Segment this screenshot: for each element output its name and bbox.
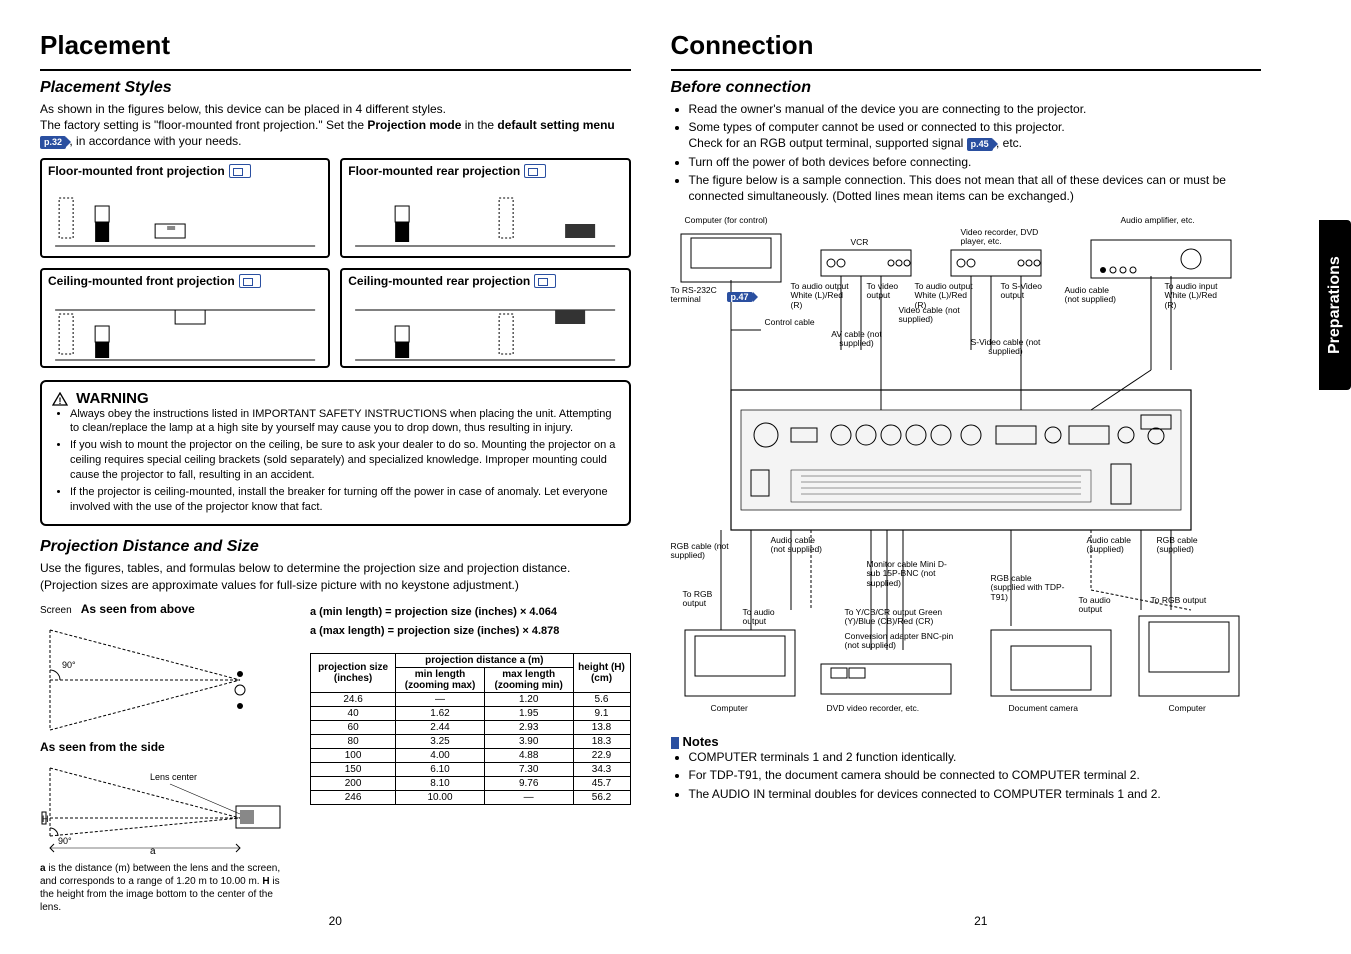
page-ref-47: p.47 [727,292,753,302]
table-cell: 3.25 [396,734,485,748]
before-item: The figure below is a sample connection.… [689,172,1262,204]
svg-text:!: ! [59,396,62,406]
table-cell: — [484,790,573,804]
heading-before-connection: Before connection [671,79,1262,97]
note-item: The AUDIO IN terminal doubles for device… [689,786,1262,802]
table-cell: 18.3 [573,734,630,748]
notes-heading: Notes [671,734,1262,749]
page-left: Placement Placement Styles As shown in t… [40,30,631,934]
before-item: Turn off the power of both devices befor… [689,154,1262,170]
formulas: a (min length) = projection size (inches… [310,605,631,639]
as-seen-above: As seen from above [81,602,195,616]
projection-table: projection size (inches) projection dist… [310,653,631,805]
before-item: Some types of computer cannot be used or… [689,119,1262,151]
table-cell: 22.9 [573,748,630,762]
table-cell: 6.10 [396,762,485,776]
pd-intro: Use the figures, tables, and formulas be… [40,560,631,592]
table-cell: 200 [311,776,396,790]
table-cell: 1.95 [484,706,573,720]
svg-text:a: a [150,846,156,857]
page-ref-45: p.45 [967,138,993,150]
before-item: Read the owner's manual of the device yo… [689,101,1262,117]
table-cell: 5.6 [573,692,630,706]
page-number: 21 [974,914,987,928]
warning-icon: ! [52,392,68,406]
table-cell: 1.62 [396,706,485,720]
heading-projection-distance: Projection Distance and Size [40,538,631,556]
svg-text:90°: 90° [62,660,76,670]
title-connection: Connection [671,30,1262,61]
box-ceiling-front: Ceiling-mounted front projection [40,268,330,368]
table-cell: 2.93 [484,720,573,734]
warning-box: ! WARNING Always obey the instructions l… [40,380,631,527]
side-tab-preparations: Preparations [1319,220,1351,390]
warn-item: Always obey the instructions listed in I… [70,407,619,437]
warn-item: If the projector is ceiling-mounted, ins… [70,485,619,515]
warn-item: If you wish to mount the projector on th… [70,438,619,483]
as-seen-side: As seen from the side [40,740,165,754]
table-cell: 9.1 [573,706,630,720]
table-cell: 80 [311,734,396,748]
table-cell: 9.76 [484,776,573,790]
page-number: 20 [329,914,342,928]
styles-p2: The factory setting is "floor-mounted fr… [40,117,631,149]
diagram-side: Lens center H 90° a [40,758,290,858]
projection-mode-icon [239,274,261,288]
table-cell: 2.44 [396,720,485,734]
projection-mode-icon [229,164,251,178]
table-cell: 60 [311,720,396,734]
note-item: COMPUTER terminals 1 and 2 function iden… [689,749,1262,765]
table-cell: 8.10 [396,776,485,790]
table-cell: 13.8 [573,720,630,734]
page-right: Connection Before connection Read the ow… [671,30,1292,934]
table-cell: 24.6 [311,692,396,706]
table-cell: 10.00 [396,790,485,804]
note-item: For TDP-T91, the document camera should … [689,767,1262,783]
screen-label: Screen [40,605,72,616]
styles-p1: As shown in the figures below, this devi… [40,101,631,117]
notes-icon [671,737,679,749]
diagram-above: 90° [40,620,290,740]
projection-mode-icon [534,274,556,288]
table-cell: — [396,692,485,706]
svg-text:Lens center: Lens center [150,772,197,782]
title-placement: Placement [40,30,631,61]
table-cell: 7.30 [484,762,573,776]
table-cell: 56.2 [573,790,630,804]
box-floor-front: Floor-mounted front projection [40,158,330,258]
table-cell: 246 [311,790,396,804]
page-ref-32: p.32 [40,136,66,148]
table-cell: 4.88 [484,748,573,762]
diagram-caption: a is the distance (m) between the lens a… [40,862,290,914]
table-cell: 34.3 [573,762,630,776]
connection-diagram: Computer (for control) VCR Video recorde… [671,210,1262,720]
table-cell: 1.20 [484,692,573,706]
table-cell: 4.00 [396,748,485,762]
table-cell: 3.90 [484,734,573,748]
svg-text:90°: 90° [58,836,72,846]
table-cell: 40 [311,706,396,720]
box-ceiling-rear: Ceiling-mounted rear projection [340,268,630,368]
svg-text:H: H [42,814,49,824]
table-cell: 100 [311,748,396,762]
heading-placement-styles: Placement Styles [40,79,631,97]
table-cell: 150 [311,762,396,776]
table-cell: 45.7 [573,776,630,790]
box-floor-rear: Floor-mounted rear projection [340,158,630,258]
projection-mode-icon [524,164,546,178]
